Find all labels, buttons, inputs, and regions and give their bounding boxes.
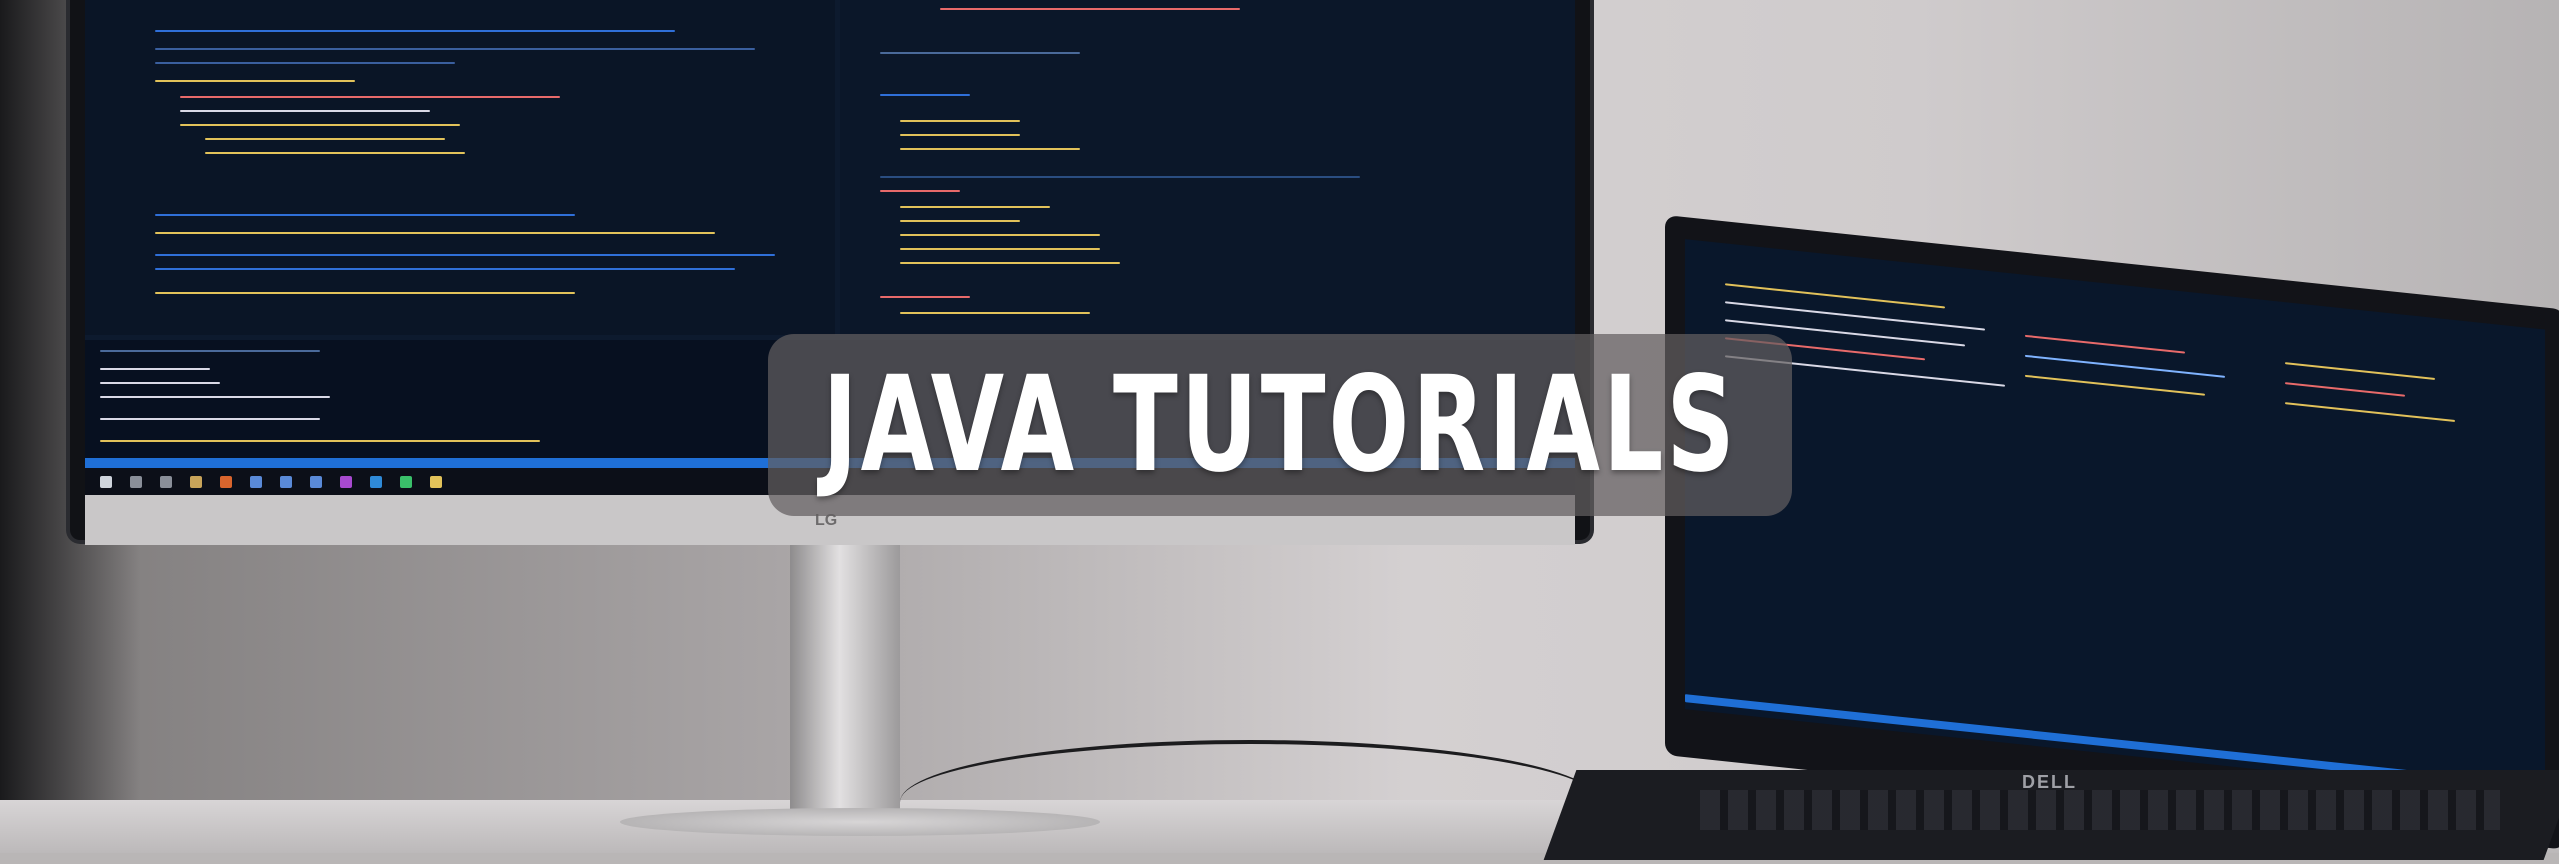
taskbar-icon — [340, 476, 352, 488]
taskbar-icon — [400, 476, 412, 488]
code-line — [880, 94, 970, 96]
code-line — [900, 262, 1120, 264]
monitor-stand — [790, 545, 900, 815]
code-line — [900, 312, 1090, 314]
code-line — [205, 152, 465, 154]
code-line — [100, 440, 540, 442]
code-line — [2285, 402, 2455, 423]
code-line — [880, 176, 1360, 178]
code-line — [880, 296, 970, 298]
code-line — [900, 120, 1020, 122]
code-line — [100, 418, 320, 420]
taskbar-icon — [250, 476, 262, 488]
code-line — [100, 382, 220, 384]
code-line — [180, 96, 560, 98]
code-line — [880, 190, 960, 192]
taskbar-icon — [280, 476, 292, 488]
code-line — [900, 206, 1050, 208]
taskbar-icon — [100, 476, 112, 488]
code-line — [900, 234, 1100, 236]
laptop-keyboard — [1700, 790, 2500, 830]
laptop-logo: DELL — [2022, 772, 2077, 792]
code-line — [880, 52, 1080, 54]
code-editor-left — [85, 0, 835, 335]
code-line — [900, 148, 1080, 150]
code-line — [2285, 382, 2405, 397]
taskbar-icon — [190, 476, 202, 488]
code-line — [205, 138, 445, 140]
code-line — [155, 48, 755, 50]
code-line — [155, 214, 575, 216]
code-line — [2025, 334, 2185, 354]
taskbar-icon — [310, 476, 322, 488]
laptop-lid — [1665, 215, 2559, 850]
taskbar-icon — [220, 476, 232, 488]
code-line — [100, 396, 330, 398]
taskbar-icon — [160, 476, 172, 488]
code-line — [155, 30, 675, 32]
code-line — [155, 80, 355, 82]
code-line — [180, 110, 430, 112]
code-line — [155, 62, 455, 64]
code-line — [155, 292, 575, 294]
code-line — [180, 124, 460, 126]
code-line — [155, 268, 735, 270]
taskbar-icon — [130, 476, 142, 488]
banner-title: JAVA TUTORIALS — [822, 348, 1738, 502]
code-line — [1725, 301, 1985, 331]
code-line — [155, 232, 715, 234]
code-line — [2285, 362, 2435, 380]
code-line — [900, 220, 1020, 222]
code-line — [900, 134, 1020, 136]
code-line — [100, 368, 210, 370]
cable — [900, 740, 1600, 864]
code-line — [900, 248, 1100, 250]
code-line — [940, 8, 1240, 10]
taskbar-icon — [370, 476, 382, 488]
laptop-screen — [1685, 239, 2545, 800]
code-line — [2025, 374, 2205, 396]
code-line — [100, 350, 320, 352]
code-line — [2025, 354, 2225, 378]
code-editor-right — [840, 0, 1575, 335]
taskbar-icon — [430, 476, 442, 488]
code-line — [155, 254, 775, 256]
